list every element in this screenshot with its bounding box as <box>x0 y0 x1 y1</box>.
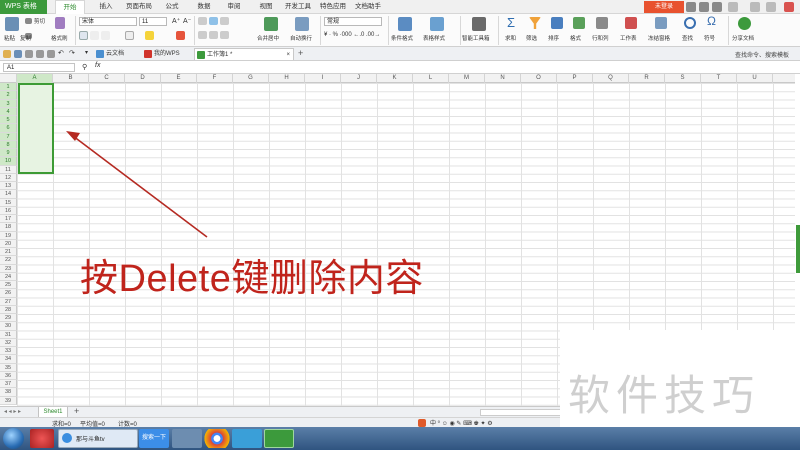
windows-taskbar: 那与斗鱼tv 搜索一下 <box>0 427 800 450</box>
vertical-scrollbar-thumb[interactable] <box>796 225 800 273</box>
sheet-nav-arrows[interactable]: ◂ ◂ ▸ ▸ <box>4 408 21 415</box>
search-button[interactable]: 搜索一下 <box>139 429 169 448</box>
watermark-text: 软件技巧 <box>568 371 761 420</box>
ie-browser-icon[interactable] <box>232 429 262 448</box>
taskbar-ie-window[interactable]: 那与斗鱼tv <box>58 429 138 448</box>
start-button[interactable] <box>3 428 24 449</box>
ie-window-title: 那与斗鱼tv <box>76 437 105 443</box>
ie-icon <box>62 433 72 443</box>
app-icon[interactable] <box>30 429 54 448</box>
ime-logo-icon[interactable] <box>418 419 426 427</box>
wps-spreadsheet-icon[interactable] <box>264 429 294 448</box>
chrome-icon[interactable] <box>202 429 232 448</box>
ime-toolbar[interactable]: 中 ⁰ ☺ ◉ ✎ ⌨ ♚ ✦ ⚙ <box>430 418 493 427</box>
tools-icon[interactable] <box>172 429 202 448</box>
annotation-text: 按Delete键删除内容 <box>80 258 424 300</box>
add-sheet-button[interactable]: + <box>74 406 79 416</box>
